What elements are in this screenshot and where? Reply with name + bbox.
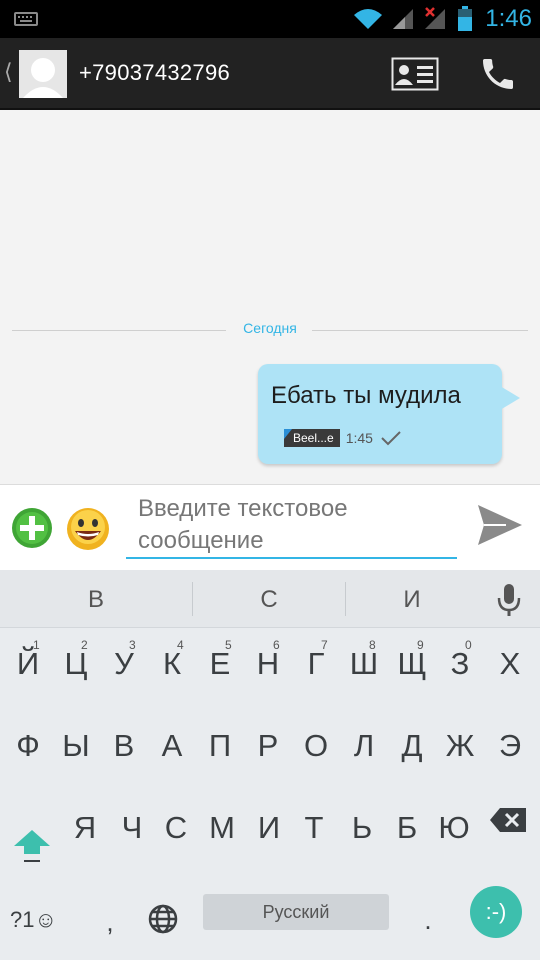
key-ю[interactable]: Ю <box>430 792 478 864</box>
microphone-icon <box>497 584 521 616</box>
status-icons: 1:46 <box>353 4 532 34</box>
message-input[interactable]: Введите текстовое сообщение <box>126 489 457 559</box>
key-ь[interactable]: Ь <box>338 792 386 864</box>
divider-line-right <box>312 330 528 331</box>
symbols-key[interactable]: ?1☺ <box>10 890 74 950</box>
plus-circle-icon <box>12 508 52 548</box>
key-к[interactable]: К4 <box>148 628 196 700</box>
suggestion-1[interactable]: В <box>0 570 192 628</box>
send-icon <box>478 505 522 545</box>
phone-icon <box>483 59 513 89</box>
suggestion-strip: В С И <box>0 570 540 628</box>
date-label: Сегодня <box>243 320 297 336</box>
key-э[interactable]: Э <box>486 710 534 782</box>
key-щ[interactable]: Щ9 <box>388 628 436 700</box>
suggestion-3[interactable]: И <box>346 570 478 628</box>
key-г[interactable]: Г7 <box>292 628 340 700</box>
view-contact-button[interactable] <box>388 54 442 94</box>
message-text: Ебать ты мудила <box>271 382 461 409</box>
key-м[interactable]: М <box>198 792 246 864</box>
message-bubble[interactable]: Ебать ты мудила Beel...e 1:45 <box>258 364 520 464</box>
backspace-icon <box>490 808 526 832</box>
battery-icon <box>458 6 473 31</box>
key-ш[interactable]: Ш8 <box>340 628 388 700</box>
key-ф[interactable]: Ф <box>4 710 52 782</box>
shift-key[interactable] <box>8 810 56 882</box>
key-е[interactable]: Е5 <box>196 628 244 700</box>
key-а[interactable]: А <box>148 710 196 782</box>
key-й[interactable]: Й1 <box>4 628 52 700</box>
send-button[interactable] <box>476 503 528 551</box>
key-б[interactable]: Б <box>383 792 431 864</box>
emoticon-key[interactable]: :-) <box>470 886 522 938</box>
smiley-emoji-icon <box>67 508 109 550</box>
voice-input-button[interactable] <box>494 582 524 618</box>
period-key[interactable]: . <box>410 890 446 950</box>
key-о[interactable]: О <box>292 710 340 782</box>
backspace-key[interactable] <box>484 808 534 882</box>
keyboard-notification-icon <box>14 12 38 26</box>
date-divider: Сегодня <box>12 320 528 340</box>
bubble-tail <box>500 386 520 410</box>
key-у[interactable]: У3 <box>100 628 148 700</box>
key-ц[interactable]: Ц2 <box>52 628 100 700</box>
key-с[interactable]: С <box>152 792 200 864</box>
key-я[interactable]: Я <box>61 792 109 864</box>
key-з[interactable]: З0 <box>436 628 484 700</box>
compose-bar: Введите текстовое сообщение <box>0 484 540 570</box>
signal-sim2-off-icon <box>425 7 446 29</box>
space-key[interactable]: Русский <box>203 894 389 930</box>
message-placeholder: Введите текстовое сообщение <box>138 495 348 554</box>
emoji-button[interactable] <box>66 507 110 551</box>
contact-phone-number[interactable]: +79037432796 <box>79 60 230 86</box>
status-bar: 1:46 <box>0 0 540 38</box>
key-ж[interactable]: Ж <box>436 710 484 782</box>
key-р[interactable]: Р <box>244 710 292 782</box>
chevron-left-icon[interactable]: ⟨ <box>4 60 13 85</box>
key-л[interactable]: Л <box>340 710 388 782</box>
message-list[interactable]: Сегодня Ебать ты мудила Beel...e 1:45 <box>0 110 540 484</box>
call-button[interactable] <box>474 52 522 96</box>
signal-sim1-icon <box>393 9 414 29</box>
avatar[interactable] <box>19 50 67 98</box>
key-д[interactable]: Д <box>388 710 436 782</box>
key-ч[interactable]: Ч <box>108 792 156 864</box>
key-ы[interactable]: Ы <box>52 710 100 782</box>
contact-card-icon <box>391 57 439 91</box>
key-х[interactable]: Х <box>486 628 534 700</box>
language-switch-key[interactable] <box>144 894 182 944</box>
checkmark-icon <box>381 431 401 446</box>
key-и[interactable]: И <box>245 792 293 864</box>
key-в[interactable]: В <box>100 710 148 782</box>
message-meta: Beel...e 1:45 <box>284 428 403 448</box>
wifi-icon <box>354 9 383 29</box>
key-т[interactable]: Т <box>290 792 338 864</box>
attach-button[interactable] <box>11 507 53 549</box>
sim-badge: Beel...e <box>284 429 340 447</box>
conversation-header: ⟨ +79037432796 <box>0 38 540 110</box>
status-time: 1:46 <box>485 5 532 32</box>
suggestion-2[interactable]: С <box>193 570 345 628</box>
key-п[interactable]: П <box>196 710 244 782</box>
key-н[interactable]: Н6 <box>244 628 292 700</box>
shift-arrow-icon <box>14 830 50 862</box>
keyboard: В С И Й1 Ц2 У3 К4 Е5 Н6 Г7 Ш8 Щ9 З0 Х Ф … <box>0 570 540 960</box>
globe-icon <box>148 904 178 934</box>
message-time: 1:45 <box>345 430 373 446</box>
default-contact-icon <box>19 50 67 98</box>
comma-key[interactable]: , <box>92 890 128 950</box>
